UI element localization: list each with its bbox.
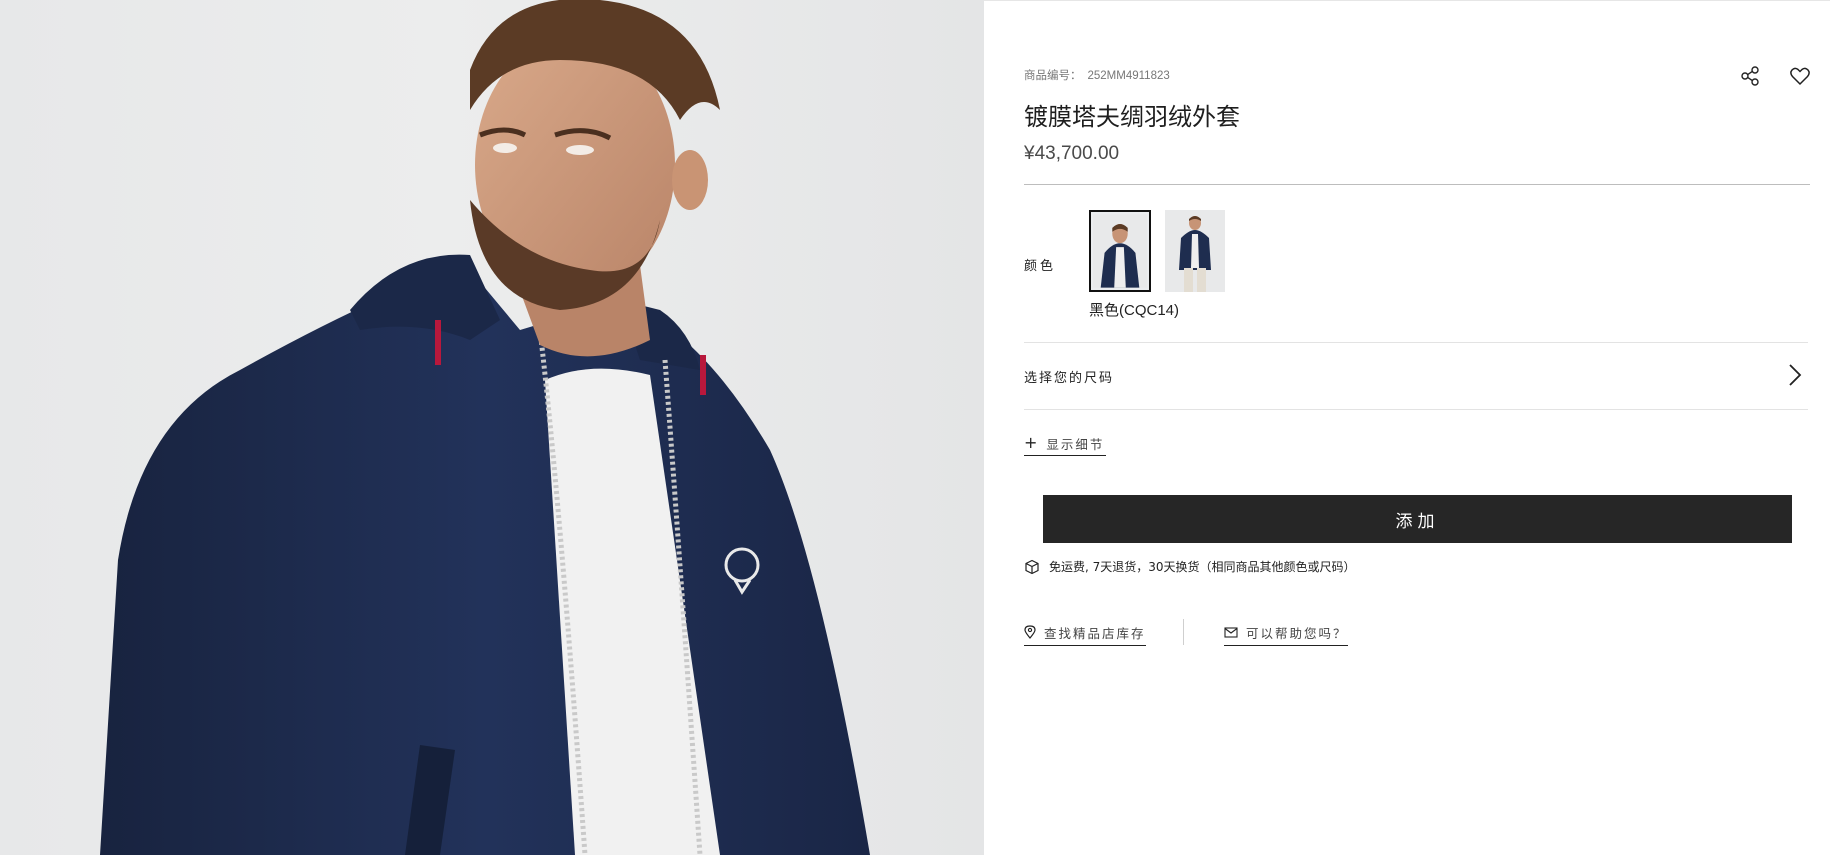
shipping-info: 免运费, 7天退货，30天换货（相同商品其他颜色或尺码） bbox=[1024, 558, 1356, 575]
divider bbox=[1024, 409, 1808, 410]
vertical-divider bbox=[1183, 619, 1184, 645]
show-details-toggle[interactable]: + 显示细节 bbox=[1024, 431, 1107, 456]
size-selector[interactable]: 选择您的尺码 bbox=[1024, 343, 1808, 409]
mail-icon bbox=[1224, 626, 1238, 638]
sku-value: 252MM4911823 bbox=[1087, 70, 1170, 82]
location-pin-icon bbox=[1024, 625, 1036, 639]
add-to-cart-button[interactable]: 添加 bbox=[1043, 495, 1792, 543]
product-photo bbox=[0, 0, 984, 855]
color-swatch-selected[interactable] bbox=[1089, 210, 1151, 292]
chevron-right-icon bbox=[1789, 364, 1802, 386]
product-title: 镀膜塔夫绸羽绒外套 bbox=[1024, 103, 1240, 131]
box-icon bbox=[1025, 559, 1039, 574]
help-link[interactable]: 可以帮助您吗？ bbox=[1224, 619, 1348, 646]
help-label: 可以帮助您吗？ bbox=[1246, 625, 1348, 641]
jacket-thumbnail-front bbox=[1093, 214, 1147, 288]
product-info-panel: 商品编号： 252MM4911823 镀膜塔夫绸羽绒外套 ¥43,700.00 颜… bbox=[984, 0, 1830, 855]
heart-icon bbox=[1790, 67, 1810, 86]
find-store-stock-link[interactable]: 查找精品店库存 bbox=[1024, 619, 1146, 646]
size-selector-label: 选择您的尺码 bbox=[1024, 371, 1115, 386]
sku-line: 商品编号： 252MM4911823 bbox=[1024, 67, 1170, 83]
color-label: 颜色 bbox=[1024, 259, 1057, 274]
shipping-text: 免运费, 7天退货，30天换货（相同商品其他颜色或尺码） bbox=[1049, 560, 1356, 574]
selected-color-name: 黑色(CQC14) bbox=[1089, 302, 1180, 319]
divider bbox=[1024, 184, 1810, 185]
jacket-thumbnail-full bbox=[1165, 210, 1225, 292]
share-icon bbox=[1741, 66, 1759, 86]
plus-icon: + bbox=[1024, 433, 1038, 452]
color-swatch-alt[interactable] bbox=[1165, 210, 1225, 292]
sku-label: 商品编号： bbox=[1024, 70, 1082, 82]
share-button[interactable] bbox=[1738, 64, 1762, 88]
wishlist-button[interactable] bbox=[1788, 64, 1812, 88]
product-price: ¥43,700.00 bbox=[1024, 143, 1120, 164]
find-store-label: 查找精品店库存 bbox=[1044, 625, 1146, 641]
show-details-label: 显示细节 bbox=[1046, 436, 1105, 452]
